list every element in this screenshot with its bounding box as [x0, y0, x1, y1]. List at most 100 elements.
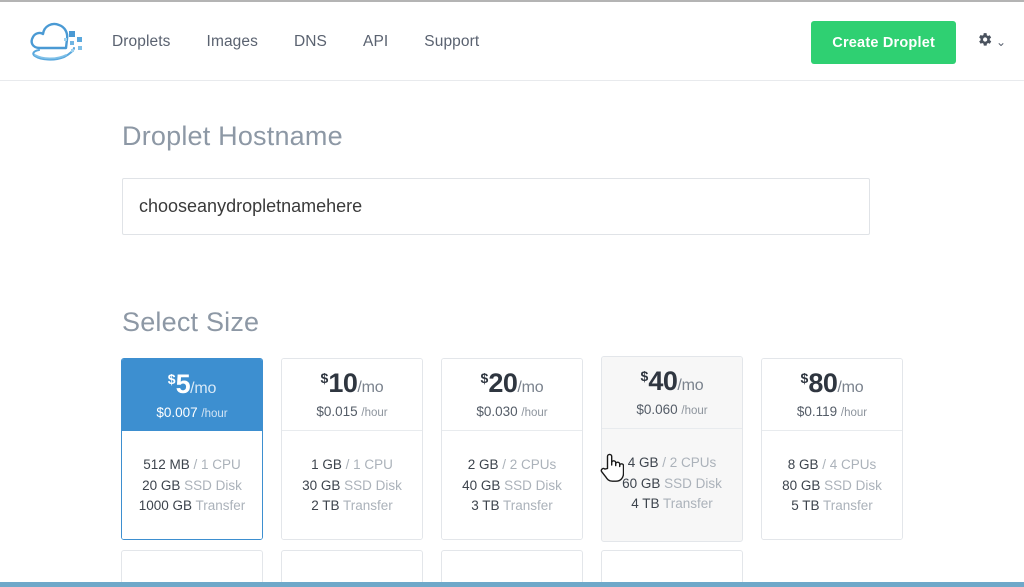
spec-transfer-label: Transfer [499, 498, 553, 514]
spec-transfer-size: 2 TB [311, 498, 340, 514]
droplet-hostname-input[interactable] [122, 178, 870, 235]
spec-memory-cpu: 8 GB / 4 CPUs [788, 458, 877, 472]
price-period: /mo [677, 377, 704, 394]
horizontal-scrollbar[interactable] [0, 582, 1024, 587]
price-period: /mo [517, 379, 544, 396]
spec-transfer-size: 3 TB [471, 498, 500, 514]
spec-disk: 40 GB SSD Disk [462, 479, 562, 493]
size-card-hourly-price: $0.030 /hour [476, 404, 547, 419]
spec-disk-label: SSD Disk [340, 477, 402, 493]
price-amount: 5 [175, 368, 191, 399]
spec-memory-cpu: 2 GB / 2 CPUs [468, 458, 557, 472]
size-card-10[interactable]: $10/mo $0.015 /hour 1 GB / 1 CPU 30 GB S… [281, 358, 423, 540]
hourly-amount: $0.007 [156, 404, 198, 420]
spec-disk-size: 40 GB [462, 477, 501, 493]
spec-disk: 20 GB SSD Disk [142, 479, 242, 493]
size-card-monthly-price: $80/mo [801, 370, 864, 397]
spec-separator: / [189, 457, 202, 473]
spec-transfer: 5 TB Transfer [791, 499, 873, 513]
size-card-price-header: $20/mo $0.030 /hour [442, 359, 582, 431]
size-card-80[interactable]: $80/mo $0.119 /hour 8 GB / 4 CPUs 80 GB … [761, 358, 903, 540]
spec-memory-cpu: 512 MB / 1 CPU [143, 458, 241, 472]
spec-disk: 30 GB SSD Disk [302, 479, 402, 493]
price-amount: 40 [648, 366, 678, 396]
spec-disk-label: SSD Disk [500, 477, 562, 493]
spec-separator: / [498, 457, 510, 473]
spec-memory: 2 GB [467, 457, 499, 473]
hourly-unit: /hour [361, 407, 388, 419]
size-card-price-header: $40/mo $0.060 /hour [602, 357, 742, 429]
size-card-row2-3[interactable] [441, 550, 583, 584]
chevron-down-icon: ⌄ [995, 35, 1006, 49]
size-card-5[interactable]: $5/mo $0.007 /hour 512 MB / 1 CPU 20 GB … [121, 358, 263, 540]
size-card-specs: 1 GB / 1 CPU 30 GB SSD Disk 2 TB Transfe… [282, 431, 422, 539]
gear-icon [976, 31, 993, 53]
spec-disk: 80 GB SSD Disk [782, 479, 882, 493]
spec-memory-cpu: 4 GB / 2 CPUs [628, 456, 717, 470]
spec-memory-cpu: 1 GB / 1 CPU [311, 458, 393, 472]
size-card-price-header: $80/mo $0.119 /hour [762, 359, 902, 431]
size-card-40[interactable]: $40/mo $0.060 /hour 4 GB / 2 CPUs 60 GB … [601, 356, 743, 542]
spec-transfer-size: 4 TB [631, 496, 660, 512]
spec-disk: 60 GB SSD Disk [622, 477, 722, 491]
price-period: /mo [357, 379, 384, 396]
hourly-unit: /hour [521, 407, 548, 419]
nav-item-dns[interactable]: DNS [276, 2, 345, 81]
spec-transfer: 4 TB Transfer [631, 497, 713, 511]
spec-transfer-size: 1000 GB [138, 498, 192, 514]
nav-item-droplets[interactable]: Droplets [112, 2, 189, 81]
hourly-unit: /hour [201, 407, 228, 420]
size-card-specs: 512 MB / 1 CPU 20 GB SSD Disk 1000 GB Tr… [122, 431, 262, 539]
spec-disk-label: SSD Disk [180, 477, 242, 493]
create-droplet-button[interactable]: Create Droplet [811, 21, 956, 64]
spec-disk-size: 20 GB [142, 477, 181, 493]
price-amount: 20 [488, 368, 518, 398]
spec-cpu: 2 CPUs [509, 457, 557, 473]
spec-disk-label: SSD Disk [660, 475, 722, 491]
spec-memory: 8 GB [787, 457, 819, 473]
site-header: Droplets Images DNS API Support Create D… [0, 2, 1024, 81]
size-card-monthly-price: $40/mo [641, 368, 704, 395]
size-card-price-header: $5/mo $0.007 /hour [122, 359, 262, 431]
nav-item-support[interactable]: Support [406, 2, 497, 81]
select-size-title: Select Size [122, 307, 260, 337]
spec-transfer-label: Transfer [192, 498, 246, 514]
spec-transfer-label: Transfer [819, 498, 873, 514]
hourly-amount: $0.030 [476, 404, 518, 419]
main-navigation: Droplets Images DNS API Support [112, 2, 497, 81]
price-period: /mo [837, 379, 864, 396]
size-card-specs: 2 GB / 2 CPUs 40 GB SSD Disk 3 TB Transf… [442, 431, 582, 539]
spec-memory: 512 MB [143, 457, 190, 473]
spec-separator: / [658, 455, 670, 471]
size-card-row2-1[interactable] [121, 550, 263, 584]
size-card-price-header: $10/mo $0.015 /hour [282, 359, 422, 431]
price-amount: 80 [808, 368, 838, 398]
spec-memory: 1 GB [311, 457, 342, 473]
size-card-hourly-price: $0.007 /hour [156, 405, 227, 420]
hourly-amount: $0.060 [636, 402, 678, 417]
size-card-hourly-price: $0.119 /hour [797, 404, 867, 419]
spec-transfer: 3 TB Transfer [471, 499, 553, 513]
spec-cpu: 2 CPUs [669, 455, 717, 471]
size-card-monthly-price: $20/mo [481, 370, 544, 397]
price-period: /mo [190, 379, 217, 397]
spec-transfer: 2 TB Transfer [311, 499, 393, 513]
droplet-hostname-title: Droplet Hostname [122, 121, 343, 151]
spec-separator: / [818, 457, 830, 473]
spec-memory: 4 GB [627, 455, 659, 471]
size-card-specs: 4 GB / 2 CPUs 60 GB SSD Disk 4 TB Transf… [602, 429, 742, 538]
size-card-hourly-price: $0.060 /hour [636, 402, 707, 417]
spec-cpu: 1 CPU [353, 457, 393, 473]
spec-transfer: 1000 GB Transfer [139, 499, 246, 513]
nav-item-images[interactable]: Images [189, 2, 276, 81]
digitalocean-cloud-logo[interactable] [26, 18, 88, 66]
nav-item-api[interactable]: API [345, 2, 406, 81]
size-card-row2-2[interactable] [281, 550, 423, 584]
settings-menu[interactable]: ⌄ [976, 31, 1006, 53]
spec-disk-size: 30 GB [302, 477, 341, 493]
spec-transfer-size: 5 TB [791, 498, 820, 514]
size-card-20[interactable]: $20/mo $0.030 /hour 2 GB / 2 CPUs 40 GB … [441, 358, 583, 540]
spec-disk-size: 80 GB [782, 477, 821, 493]
size-card-row2-4[interactable] [601, 550, 743, 584]
hourly-unit: /hour [840, 407, 868, 419]
